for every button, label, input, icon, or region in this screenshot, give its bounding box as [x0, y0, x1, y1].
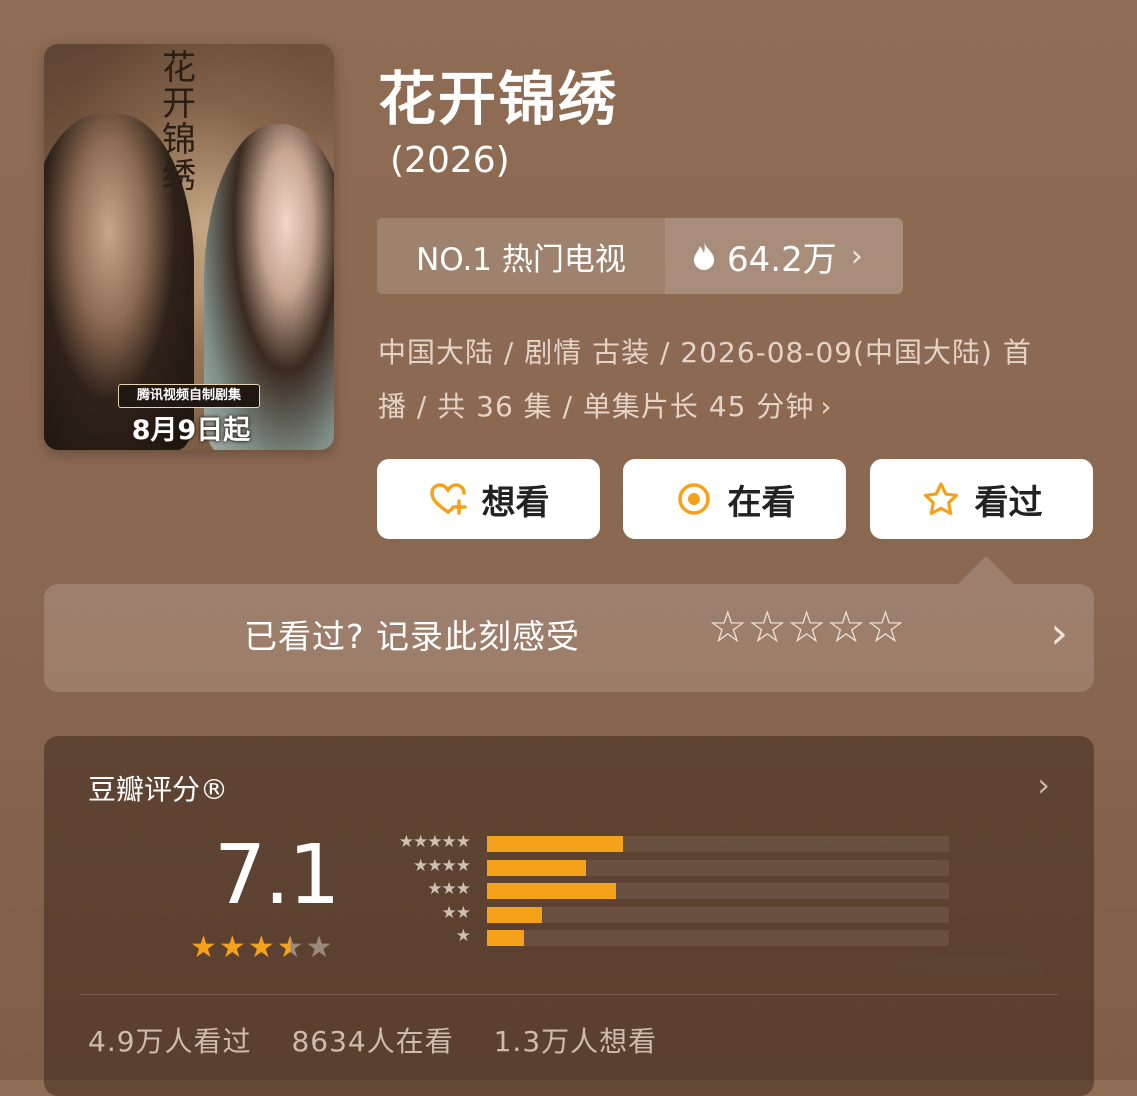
chevron-right-icon[interactable]: › — [1037, 766, 1050, 804]
flame-icon — [694, 242, 714, 270]
show-year: (2026) — [390, 140, 510, 181]
distribution-stars: ★ — [455, 926, 471, 946]
heat-value: 64.2万 — [727, 239, 837, 280]
rating-stats: 4.9万人看过 8634人在看 1.3万人想看 — [88, 1020, 687, 1060]
star-filled-icon: ★ — [218, 930, 246, 965]
show-title: 花开锦绣 — [378, 65, 619, 133]
record-prompt: 已看过? 记录此刻感受 — [244, 617, 581, 656]
heat-indicator[interactable]: 64.2万 › — [665, 218, 903, 294]
star-filled-icon: ★ — [247, 930, 275, 965]
distribution-bar — [487, 906, 542, 923]
star-outline-icon — [921, 479, 961, 519]
rank-label[interactable]: NO.1 热门电视 — [377, 218, 665, 294]
popover-pointer — [958, 556, 1014, 584]
douban-rating-card[interactable]: 豆瓣评分® › 7.1 ★ ★ ★ ★ ★ ★★★★★ ★★★★ ★★★ ★★ ★ 4.9万人看… — [44, 736, 1094, 1096]
meta-line-2: 播 / 共 36 集 / 单集片长 45 分钟 › — [378, 390, 833, 423]
poster-calligraphy-title: 花开锦绣 — [162, 48, 196, 196]
show-meta[interactable]: 中国大陆 / 剧情 古装 / 2026-08-09(中国大陆) 首 播 / 共 … — [378, 326, 1098, 434]
rank-bar[interactable]: NO.1 热门电视 64.2万 › — [377, 218, 903, 294]
rating-stars-input[interactable]: ☆☆☆☆☆ — [708, 602, 909, 653]
star-half-icon: ★ — [276, 930, 304, 965]
watched-button[interactable]: 看过 — [870, 459, 1093, 539]
rating-stars: ★ ★ ★ ★ ★ — [190, 930, 335, 965]
poster-date: 8月9日起 — [131, 415, 251, 446]
target-icon — [674, 479, 714, 519]
distribution-stars: ★★★ — [427, 879, 471, 899]
watching-count[interactable]: 8634人在看 — [291, 1025, 453, 1058]
poster-badge: 腾讯视频自制剧集 — [118, 384, 260, 408]
want-count[interactable]: 1.3万人想看 — [494, 1025, 658, 1058]
divider — [80, 994, 1058, 995]
meta-line-1: 中国大陆 / 剧情 古装 / 2026-08-09(中国大陆) 首 — [378, 336, 1032, 369]
distribution-footnote — [890, 956, 1050, 974]
want-button[interactable]: 想看 — [377, 459, 600, 539]
poster-image[interactable]: 花开锦绣 腾讯视频自制剧集 8月9日起 — [44, 44, 334, 450]
distribution-track — [487, 906, 949, 923]
star-empty-icon: ★ — [305, 930, 333, 965]
chevron-right-icon: › — [850, 238, 863, 274]
heart-plus-icon — [428, 479, 468, 519]
rating-score: 7.1 — [214, 828, 340, 923]
chevron-right-icon: › — [820, 390, 833, 423]
distribution-bar — [487, 930, 524, 946]
star-filled-icon: ★ — [190, 930, 217, 965]
watching-label: 在看 — [727, 482, 796, 523]
watched-count[interactable]: 4.9万人看过 — [88, 1025, 252, 1058]
chevron-right-icon[interactable]: › — [1050, 608, 1068, 659]
distribution-track — [487, 930, 949, 946]
distribution-stars: ★★★★ — [413, 855, 471, 876]
watched-label: 看过 — [974, 482, 1043, 523]
watching-button[interactable]: 在看 — [623, 459, 846, 539]
want-label: 想看 — [481, 482, 550, 523]
distribution-bar — [487, 883, 616, 899]
distribution-stars: ★★ — [441, 902, 471, 923]
star-outline-icon[interactable]: ☆☆☆☆☆ — [708, 602, 905, 653]
distribution-bar — [487, 836, 623, 852]
record-feeling-bar[interactable]: 已看过? 记录此刻感受 ☆☆☆☆☆ › — [44, 584, 1094, 692]
distribution-bar — [487, 859, 586, 876]
rating-label: 豆瓣评分® — [88, 773, 229, 806]
distribution-stars: ★★★★★ — [398, 832, 471, 852]
